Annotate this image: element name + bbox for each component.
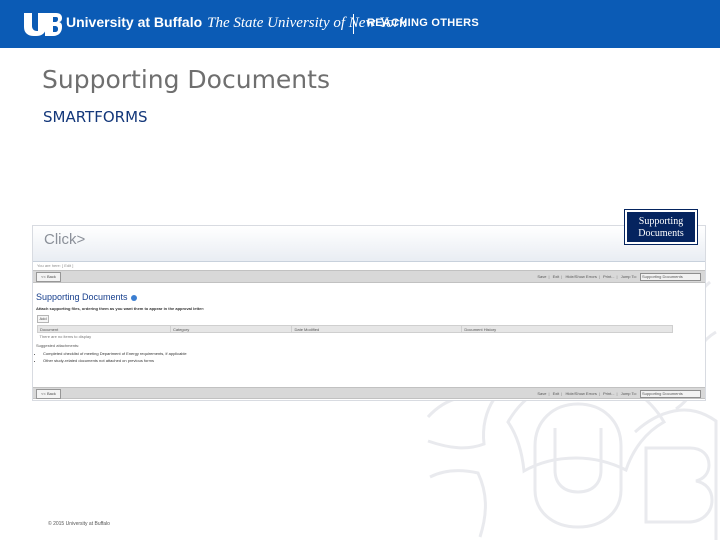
suggested-attachments-list: Completed checklist of meeting Departmen…: [43, 350, 705, 364]
column-document-history: Document History: [461, 325, 673, 333]
jump-to-select[interactable]: Supporting Documents: [640, 273, 701, 281]
back-button[interactable]: << Back: [36, 272, 61, 282]
click-logo-mark: >: [76, 231, 86, 248]
top-toolbar: << Back Save | Exit | Hide/Show Errors | Pr…: [33, 270, 705, 283]
list-item: Completed checklist of meeting Departmen…: [43, 350, 705, 357]
empty-table-message: There are no items to display: [39, 333, 92, 339]
documents-table: Document Category Date Modified Document…: [37, 325, 673, 339]
tagline: REACHING OTHERS: [367, 17, 480, 29]
bottom-jump-to-label: Jump To:: [620, 391, 637, 397]
attachment-instructions: Attach supporting files, ordering them a…: [36, 306, 205, 311]
table-row: There are no items to display: [38, 333, 673, 340]
bottom-jump-to-select[interactable]: Supporting Documents: [640, 390, 701, 398]
bottom-hide-show-errors-link[interactable]: Hide/Show Errors: [565, 391, 596, 396]
list-item: Other study-related documents not attach…: [43, 357, 705, 364]
bottom-exit-link[interactable]: Exit: [553, 391, 560, 396]
page-title: Supporting Documents: [42, 65, 330, 94]
section-title-text: Supporting Documents: [36, 292, 128, 302]
copyright-text: © 2015 University at Buffalo: [48, 521, 110, 527]
supporting-documents-callout: Supporting Documents: [625, 210, 697, 244]
toolbar-actions: Save | Exit | Hide/Show Errors | Print... | …: [535, 273, 701, 281]
save-link[interactable]: Save: [537, 274, 546, 279]
bottom-save-link[interactable]: Save: [537, 391, 546, 396]
exit-link[interactable]: Exit: [553, 274, 560, 279]
add-button[interactable]: Add: [37, 315, 49, 323]
click-logo: Click>: [44, 231, 85, 248]
click-logo-text: Click: [44, 231, 77, 248]
university-name: University at Buffalo: [66, 14, 203, 30]
bottom-back-button[interactable]: << Back: [36, 389, 61, 399]
ub-logo: [24, 13, 62, 36]
page-subtitle: SMARTFORMS: [43, 108, 148, 126]
print-link[interactable]: Print...: [603, 274, 615, 279]
top-brand-bar: University at Buffalo The State Universit…: [0, 0, 720, 48]
column-category: Category: [169, 325, 293, 333]
brand-divider: [353, 14, 354, 34]
bottom-toolbar: << Back Save | Exit | Hide/Show Errors | Pr…: [33, 387, 705, 399]
suggested-attachments-label: Suggested attachments:: [36, 343, 80, 348]
bottom-print-link[interactable]: Print...: [603, 391, 615, 396]
column-date-modified: Date Modified: [291, 325, 463, 333]
hide-show-errors-link[interactable]: Hide/Show Errors: [565, 274, 596, 279]
click-header: Click>: [33, 226, 705, 262]
jump-to-label: Jump To:: [620, 274, 637, 280]
help-icon[interactable]: [130, 294, 137, 301]
breadcrumb: You are here: [ Edit ]: [37, 263, 74, 268]
bottom-toolbar-actions: Save | Exit | Hide/Show Errors | Print... | …: [535, 390, 701, 398]
university-wordmark: University at Buffalo The State Universit…: [66, 14, 406, 32]
smartform-screenshot: Click> You are here: [ Edit ] << Back Sa…: [32, 225, 706, 401]
supporting-documents-heading: Supporting Documents: [36, 292, 705, 302]
column-document: Document: [37, 325, 171, 333]
